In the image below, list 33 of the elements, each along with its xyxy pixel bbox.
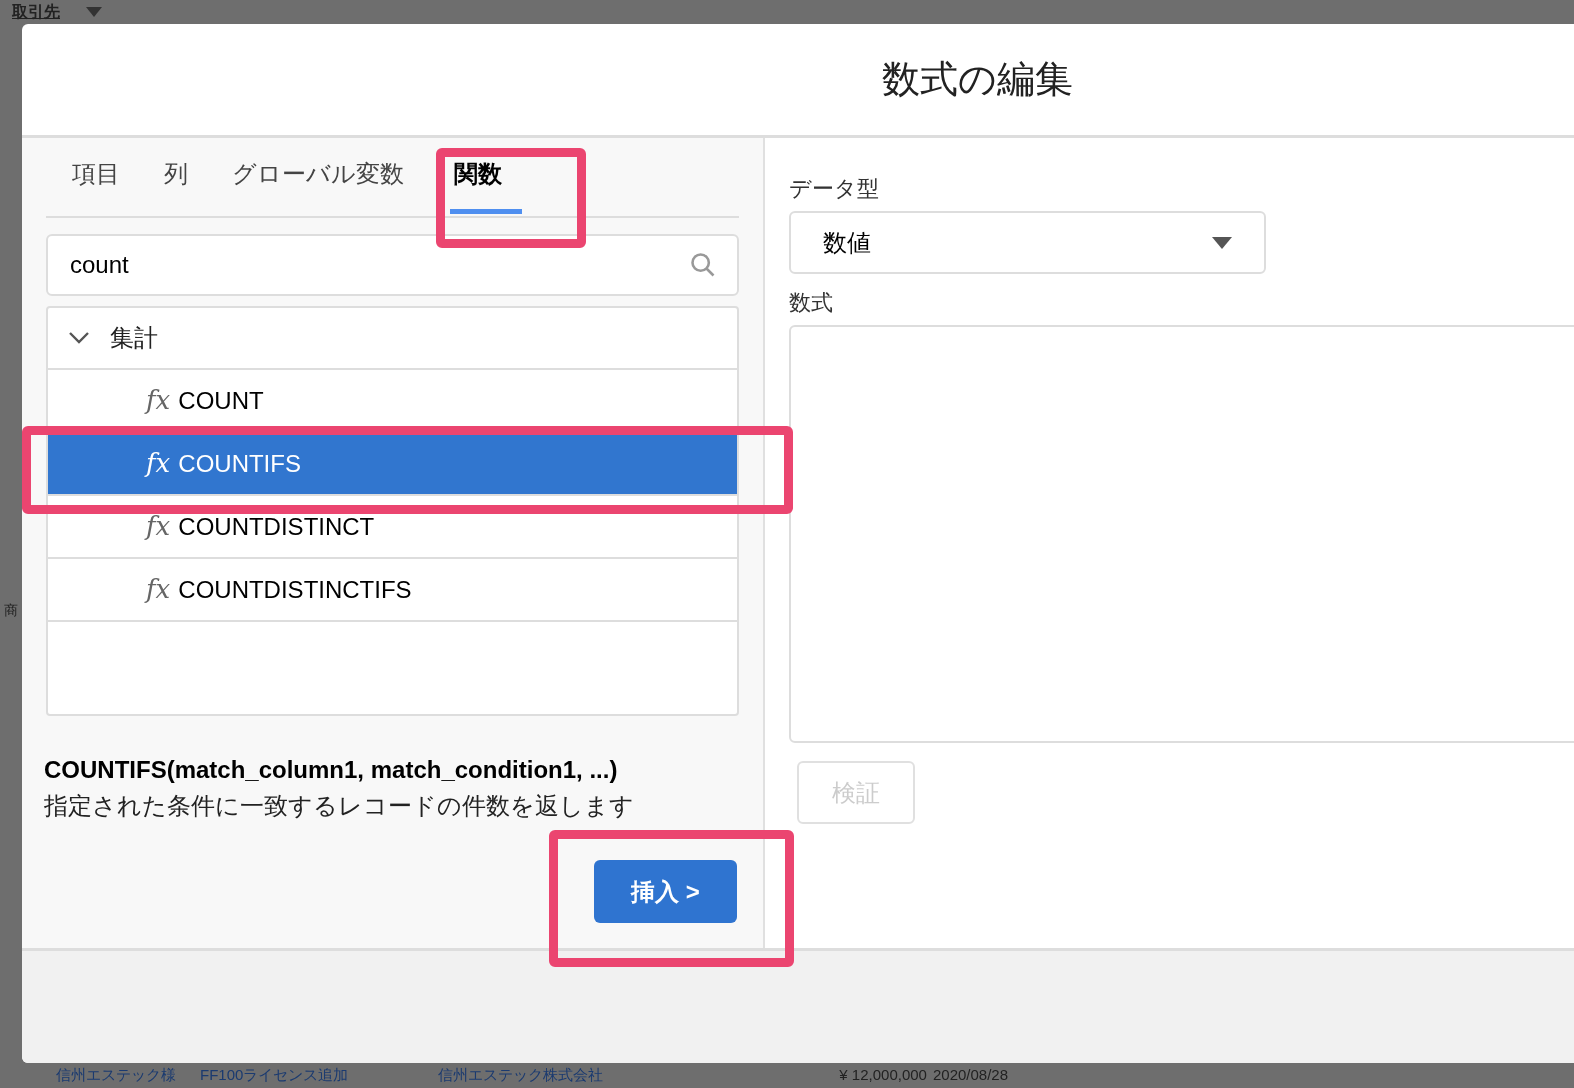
function-item[interactable]: fx COUNT <box>48 370 737 433</box>
tab[interactable]: 項目 <box>68 138 138 214</box>
function-description: 指定された条件に一致するレコードの件数を返します <box>44 791 635 821</box>
function-item[interactable]: fx COUNTIFS <box>48 433 737 496</box>
group-label: 集計 <box>110 323 158 353</box>
search-icon <box>689 251 717 279</box>
field-label: データ型 <box>789 175 880 203</box>
search-field[interactable]: count <box>46 234 739 296</box>
function-name: COUNTDISTINCTIFS <box>178 574 412 605</box>
dropdown-arrow-icon <box>1212 236 1232 249</box>
field-label: 数式 <box>789 289 834 317</box>
function-icon: fx <box>146 444 171 483</box>
page-text: ¥ 12,000,000 <box>839 1065 927 1086</box>
page-text: 2020/08/28 <box>932 1065 1009 1086</box>
function-name: COUNT <box>178 385 264 416</box>
tab[interactable]: 列 <box>160 138 206 214</box>
function-item[interactable]: fx COUNTDISTINCTIFS <box>48 559 737 622</box>
function-name: COUNTIFS <box>178 448 301 479</box>
formula-field[interactable] <box>789 325 1574 743</box>
dropdown-arrow-icon <box>86 7 102 17</box>
function-icon: fx <box>146 570 171 609</box>
page-text: 商 <box>4 601 18 620</box>
tree-group[interactable]: 集計 <box>48 308 737 370</box>
data-type-select[interactable]: 数値 <box>789 211 1266 274</box>
function-icon: fx <box>146 507 171 546</box>
tab[interactable]: グローバル変数 <box>228 138 422 214</box>
function-signature: COUNTIFS(match_column1, match_condition1, ...) <box>44 755 619 785</box>
function-item[interactable]: fx COUNTDISTINCT <box>48 496 737 559</box>
function-name: COUNTDISTINCT <box>178 511 375 542</box>
dialog-title: 数式の編集 <box>882 57 1073 102</box>
function-icon: fx <box>146 381 171 420</box>
tab[interactable]: 関数 <box>450 138 522 214</box>
insert-button[interactable]: 挿入 > <box>594 860 737 923</box>
